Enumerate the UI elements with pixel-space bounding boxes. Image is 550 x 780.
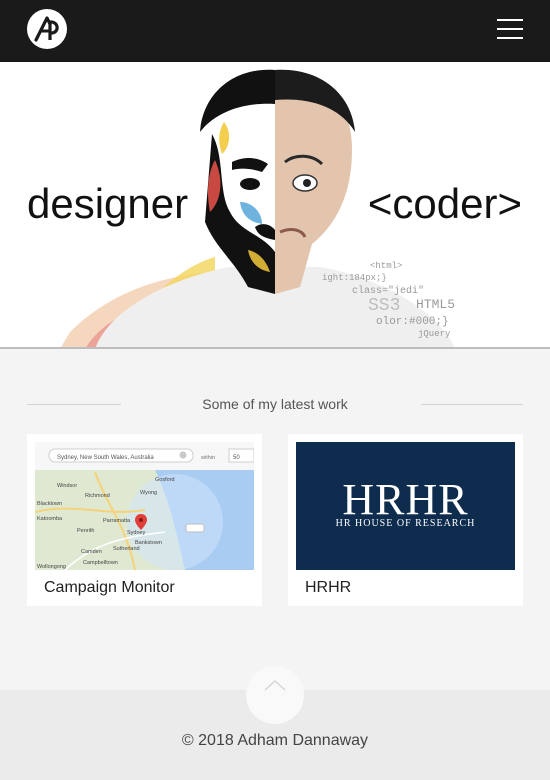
site-logo[interactable] xyxy=(27,9,67,49)
map-place-label: Parramatta xyxy=(103,518,131,524)
map-place-label: Campbelltown xyxy=(83,560,118,566)
hamburger-menu-icon[interactable] xyxy=(497,19,523,39)
hero-code-line: jQuery xyxy=(418,329,451,339)
copyright-text: © 2018 Adham Dannaway xyxy=(181,732,369,749)
map-place-label: Wyong xyxy=(140,490,157,496)
map-place-label: Gosford xyxy=(155,477,175,483)
map-place-label: Richmond xyxy=(85,493,110,499)
map-place-label: Katoomba xyxy=(37,516,63,522)
map-place-label: Penrith xyxy=(77,528,94,534)
map-place-label: Wollongong xyxy=(37,564,66,570)
top-navbar xyxy=(0,0,550,62)
hero-designer-text: designer xyxy=(27,180,189,227)
map-place-label: Windsor xyxy=(57,483,77,489)
hrhr-logo-text: HRHR xyxy=(342,475,469,524)
work-card-campaign-monitor[interactable]: Sydney, New South Wales, Australia withi… xyxy=(27,434,262,606)
map-place-label: Sutherland xyxy=(113,546,140,552)
hero-code-line: HTML5 xyxy=(416,297,455,312)
work-card-title: HRHR xyxy=(305,579,352,596)
campaign-monitor-thumbnail: Sydney, New South Wales, Australia withi… xyxy=(35,442,254,570)
work-card-title: Campaign Monitor xyxy=(44,579,175,596)
hero-code-line: ight:184px;} xyxy=(322,273,387,283)
chevron-up-icon xyxy=(264,679,286,691)
back-to-top-button[interactable] xyxy=(246,666,304,724)
map-search-value: Sydney, New South Wales, Australia xyxy=(57,455,154,461)
map-place-label: Camden xyxy=(81,549,102,555)
hrhr-logo-subtext: HR HOUSE OF RESEARCH xyxy=(335,518,476,529)
heading-divider xyxy=(421,404,523,405)
hero-code-line: SS3 xyxy=(368,296,400,316)
latest-work-section: Some of my latest work Sydney, New South… xyxy=(0,349,550,690)
hero-coder-text: <coder> xyxy=(367,180,522,227)
hero-code-line: <html> xyxy=(370,261,402,271)
hero-code-line: olor:#000;} xyxy=(376,316,449,328)
map-within-value: 50 xyxy=(233,455,240,461)
map-screenshot-image: Sydney, New South Wales, Australia withi… xyxy=(35,442,254,570)
hrhr-thumbnail: HRHR HR HOUSE OF RESEARCH xyxy=(296,442,515,570)
map-within-label: within xyxy=(200,455,215,461)
ap-monogram-logo-icon xyxy=(28,10,66,48)
work-card-hrhr[interactable]: HRHR HR HOUSE OF RESEARCH HRHR xyxy=(288,434,523,606)
map-place-label: Sydney xyxy=(127,530,146,536)
map-place-label: Blacktown xyxy=(37,501,62,507)
hero-banner: <html> ight:184px;} class="jedi" SS3 HTM… xyxy=(0,62,550,349)
